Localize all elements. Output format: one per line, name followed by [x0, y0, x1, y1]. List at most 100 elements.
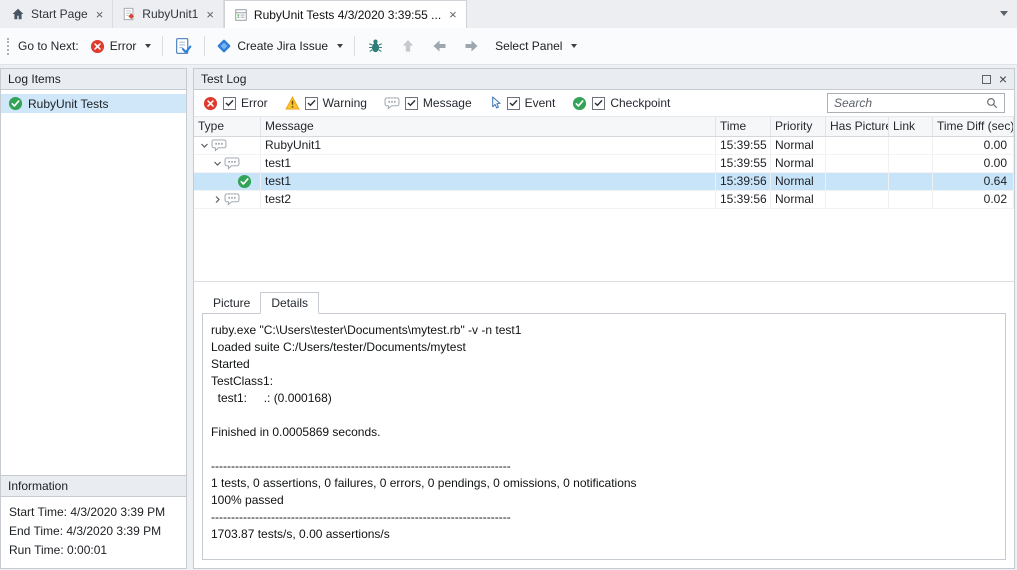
jira-diamond-icon	[216, 38, 232, 54]
filter-checkbox-message[interactable]	[405, 97, 418, 110]
info-line-1: End Time: 4/3/2020 3:39 PM	[9, 522, 186, 541]
show-details-report-button[interactable]	[170, 34, 197, 59]
checkpoint-icon	[572, 96, 587, 111]
details-line-2: Started	[211, 356, 997, 373]
log-items-tree: RubyUnit Tests	[1, 90, 186, 475]
tree-item-rubyunit-tests[interactable]: RubyUnit Tests	[1, 94, 186, 113]
app-window: Start Page×RubyUnit1×RubyUnit Tests 4/3/…	[0, 0, 1017, 570]
column-header-type[interactable]: Type	[194, 117, 261, 136]
filter-label: Warning	[323, 96, 367, 110]
filter-label: Error	[241, 96, 268, 110]
message-icon	[224, 193, 240, 206]
collapse-icon[interactable]	[198, 141, 211, 150]
post-issue-button[interactable]	[362, 34, 389, 58]
tab-list-chevron-icon[interactable]	[1000, 11, 1008, 16]
tab-strip: Start Page×RubyUnit1×RubyUnit Tests 4/3/…	[0, 0, 467, 28]
error-dropdown-label: Error	[110, 39, 137, 53]
log-row-test1-2[interactable]: test115:39:56Normal0.64	[194, 173, 1014, 191]
column-header-link[interactable]: Link	[889, 117, 933, 136]
dropdown-caret-icon	[145, 44, 151, 48]
time-cell: 15:39:55	[716, 137, 771, 154]
tab-label: RubyUnit1	[142, 7, 198, 21]
select-panel-dropdown[interactable]: Select Panel	[491, 36, 581, 56]
search-input[interactable]	[834, 96, 982, 110]
workspace: Log Items RubyUnit Tests Information Sta…	[0, 65, 1017, 570]
toolbar-grip[interactable]	[7, 38, 9, 55]
tab-label: Start Page	[31, 7, 88, 21]
tab-rubyunit-tests-4-3-2020-3-39-55[interactable]: RubyUnit Tests 4/3/2020 3:39:55 ... ×	[224, 0, 467, 28]
tab-close-icon[interactable]: ×	[449, 8, 457, 21]
left-arrow-icon	[431, 38, 448, 54]
info-line-0: Start Time: 4/3/2020 3:39 PM	[9, 503, 186, 522]
test-log-header: Test Log ×	[194, 69, 1014, 90]
expand-icon[interactable]	[211, 195, 224, 204]
column-header-has-picture[interactable]: Has Picture	[826, 117, 889, 136]
float-panel-icon[interactable]	[982, 75, 991, 84]
tab-rubyunit1[interactable]: RubyUnit1 ×	[113, 0, 224, 28]
message-cell: RubyUnit1	[261, 137, 716, 154]
filter-checkbox-checkpoint[interactable]	[592, 97, 605, 110]
message-cell: test2	[261, 191, 716, 208]
document-tab-bar: Start Page×RubyUnit1×RubyUnit Tests 4/3/…	[0, 0, 1017, 28]
column-header-time[interactable]: Time	[716, 117, 771, 136]
message-icon	[224, 157, 240, 170]
log-items-title: Log Items	[8, 72, 61, 86]
log-icon	[234, 8, 248, 22]
filter-checkbox-error[interactable]	[223, 97, 236, 110]
column-header-time-diff-sec[interactable]: Time Diff (sec)	[933, 117, 1014, 136]
report-check-icon	[174, 37, 193, 56]
time-diff-cell: 0.00	[933, 137, 1014, 154]
up-arrow-icon	[400, 38, 416, 54]
filter-error: Error	[203, 96, 268, 111]
toolbar-separator	[162, 36, 163, 56]
priority-cell: Normal	[771, 137, 826, 154]
details-tab-picture[interactable]: Picture	[203, 293, 260, 313]
close-panel-icon[interactable]: ×	[999, 72, 1007, 86]
details-tab-details[interactable]: Details	[260, 292, 319, 314]
message-icon	[384, 97, 400, 110]
tab-close-icon[interactable]: ×	[206, 8, 214, 21]
information-title: Information	[8, 479, 68, 493]
has-picture-cell	[826, 137, 889, 154]
filter-checkbox-event[interactable]	[507, 97, 520, 110]
type-cell	[194, 155, 261, 172]
test-log-panel: Test Log × ErrorWarningMessageEventCheck…	[193, 68, 1015, 569]
details-line-5	[211, 407, 997, 424]
create-jira-issue-button[interactable]: Create Jira Issue	[212, 35, 347, 57]
time-cell: 15:39:56	[716, 173, 771, 190]
link-cell	[889, 173, 933, 190]
dropdown-caret-icon	[337, 44, 343, 48]
tab-close-icon[interactable]: ×	[96, 8, 104, 21]
details-line-3: TestClass1:	[211, 373, 997, 390]
details-tab-strip: PictureDetails	[202, 291, 1006, 313]
toolbar-separator	[354, 36, 355, 56]
log-items-header: Log Items	[1, 69, 186, 90]
warning-icon	[285, 96, 300, 110]
column-header-message[interactable]: Message	[261, 117, 716, 136]
go-to-next-error-dropdown[interactable]: Error	[86, 36, 156, 57]
filter-warning: Warning	[285, 96, 367, 110]
filter-checkpoint: Checkpoint	[572, 96, 670, 111]
test-log-title: Test Log	[201, 72, 246, 86]
details-line-7	[211, 441, 997, 458]
filter-group: ErrorWarningMessageEventCheckpoint	[203, 96, 687, 111]
log-row-rubyunit1-0[interactable]: RubyUnit115:39:55Normal 0.00	[194, 137, 1014, 155]
tab-label: RubyUnit Tests 4/3/2020 3:39:55 ...	[254, 8, 441, 22]
column-header-priority[interactable]: Priority	[771, 117, 826, 136]
log-row-test1-1[interactable]: test115:39:55Normal0.00	[194, 155, 1014, 173]
go-back-button[interactable]	[427, 35, 452, 57]
collapse-icon[interactable]	[211, 159, 224, 168]
type-cell	[194, 137, 261, 154]
search-box	[827, 93, 1005, 113]
main-toolbar: Go to Next: Error Create Jira Issue	[0, 28, 1017, 65]
up-one-level-button[interactable]	[396, 35, 420, 57]
information-header: Information	[1, 476, 186, 497]
go-forward-button[interactable]	[459, 35, 484, 57]
tab-start-page[interactable]: Start Page ×	[2, 0, 113, 28]
panel-buttons: ×	[982, 72, 1007, 86]
dropdown-caret-icon	[571, 44, 577, 48]
time-diff-cell: 0.64	[933, 173, 1014, 190]
filter-checkbox-warning[interactable]	[305, 97, 318, 110]
log-row-test2-3[interactable]: test215:39:56Normal0.02	[194, 191, 1014, 209]
log-items-panel: Log Items RubyUnit Tests Information Sta…	[0, 68, 187, 569]
